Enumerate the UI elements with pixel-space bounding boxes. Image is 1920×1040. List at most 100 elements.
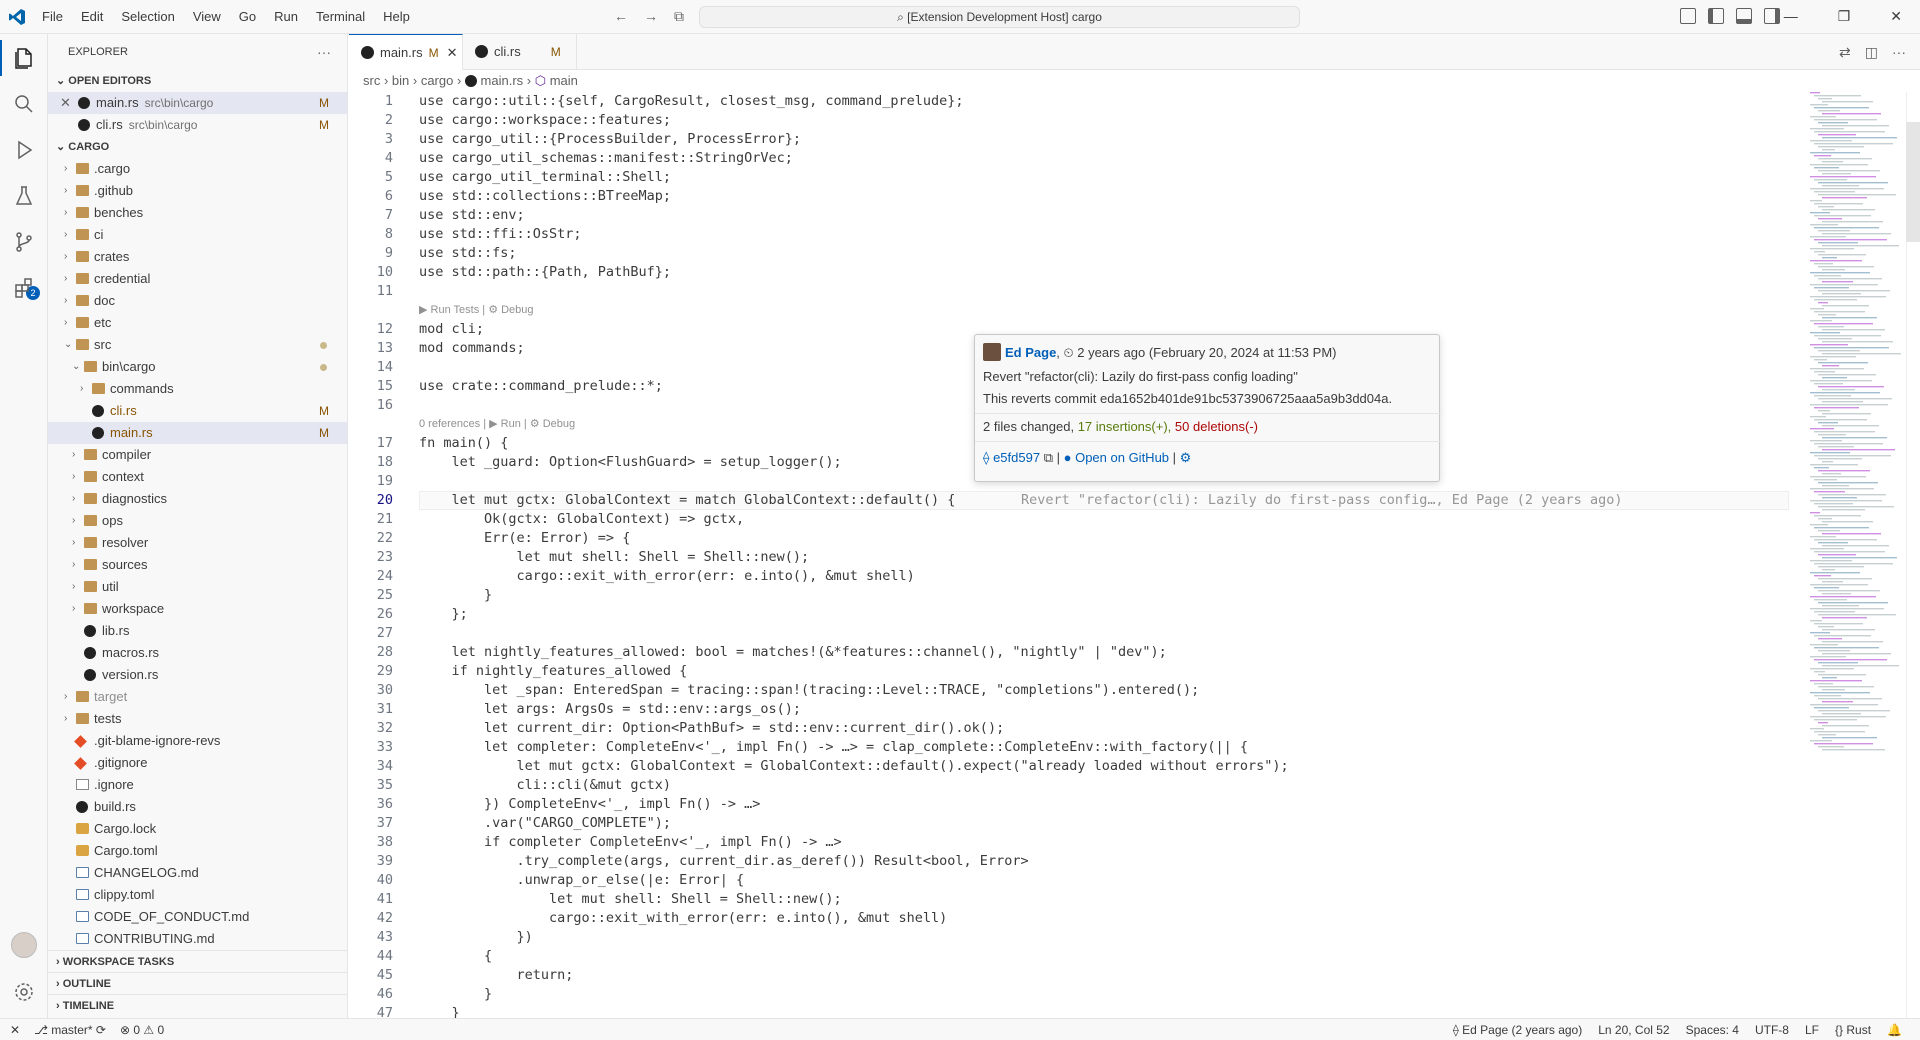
code-line[interactable]: let _guard: Option<FlushGuard> = setup_l… (419, 453, 842, 472)
tree-item[interactable]: CHANGELOG.md (48, 862, 347, 884)
tree-item[interactable]: › context (48, 466, 347, 488)
end-of-line[interactable]: LF (1805, 1019, 1819, 1040)
minimap[interactable] (1806, 92, 1906, 1018)
breadcrumb-src[interactable]: src (363, 73, 380, 88)
tree-item[interactable]: .gitignore (48, 752, 347, 774)
tree-item[interactable]: › commands (48, 378, 347, 400)
toggle-panel-icon[interactable] (1736, 8, 1752, 24)
codelens-run-tests[interactable]: ▶ Run Tests | ⚙ Debug (419, 303, 534, 318)
extensions-icon[interactable] (12, 276, 36, 300)
problems-count[interactable]: ⊗ 0 ⚠ 0 (120, 1019, 164, 1040)
notifications-bell-icon[interactable]: 🔔 (1887, 1019, 1902, 1040)
code-line[interactable]: fn main() { (419, 434, 508, 453)
close-icon[interactable]: ✕ (60, 92, 71, 114)
language-mode[interactable]: {} Rust (1835, 1019, 1871, 1040)
breadcrumb-bin[interactable]: bin (392, 73, 409, 88)
code-line[interactable]: if completer CompleteEnv<'_, impl Fn() -… (419, 833, 842, 852)
vertical-scrollbar[interactable] (1906, 92, 1920, 1018)
tree-item[interactable]: Cargo.lock (48, 818, 347, 840)
menu-run[interactable]: Run (274, 9, 298, 24)
tree-item[interactable]: › .github (48, 180, 347, 202)
workspace-header[interactable]: ⌄ CARGO (48, 136, 347, 158)
code-line[interactable]: let nightly_features_allowed: bool = mat… (419, 643, 1167, 662)
breadcrumb-cargo[interactable]: cargo (421, 73, 454, 88)
close-icon[interactable]: ✕ (447, 45, 458, 60)
tree-item[interactable]: CONTRIBUTING.md (48, 928, 347, 950)
code-line[interactable]: let _span: EnteredSpan = tracing::span!(… (419, 681, 1199, 700)
cursor-position[interactable]: Ln 20, Col 52 (1598, 1019, 1669, 1040)
tree-item[interactable]: › credential (48, 268, 347, 290)
code-line[interactable]: Err(e: Error) => { (419, 529, 630, 548)
code-line[interactable]: let mut gctx: GlobalContext = GlobalCont… (419, 757, 1289, 776)
testing-flask-icon[interactable] (12, 184, 36, 208)
tree-item[interactable]: › ops (48, 510, 347, 532)
code-line[interactable]: { (419, 947, 492, 966)
close-icon[interactable]: ✕ (1890, 8, 1902, 25)
tree-item[interactable]: main.rs M (48, 422, 347, 444)
toggle-secondary-sidebar-icon[interactable] (1764, 8, 1780, 24)
tree-item[interactable]: › diagnostics (48, 488, 347, 510)
code-line[interactable]: use cargo::workspace::features; (419, 111, 671, 130)
toggle-primary-sidebar-icon[interactable] (1708, 8, 1724, 24)
customize-layout-icon[interactable] (1680, 8, 1696, 24)
tree-item[interactable]: macros.rs (48, 642, 347, 664)
code-line[interactable]: }; (419, 605, 468, 624)
menu-edit[interactable]: Edit (81, 9, 103, 24)
tree-item[interactable]: › crates (48, 246, 347, 268)
breadcrumb-file[interactable]: main.rs (481, 73, 524, 88)
copy-icon[interactable]: ⧉ (1044, 450, 1053, 465)
code-line[interactable]: mod cli; (419, 320, 484, 339)
command-center-search[interactable]: ⌕ [Extension Development Host] cargo (699, 6, 1300, 28)
code-line[interactable]: use crate::command_prelude::*; (419, 377, 663, 396)
menu-terminal[interactable]: Terminal (316, 9, 365, 24)
code-line[interactable]: .try_complete(args, current_dir.as_deref… (419, 852, 1029, 871)
open-on-github-link[interactable]: Open on GitHub (1075, 450, 1169, 465)
code-line[interactable]: }) (419, 928, 533, 947)
outline-header[interactable]: › OUTLINE (48, 972, 348, 994)
code-line[interactable]: use cargo_util_schemas::manifest::String… (419, 149, 793, 168)
code-line[interactable]: use std::fs; (419, 244, 517, 263)
tree-item[interactable]: ⌄ src (48, 334, 347, 356)
code-line[interactable]: cargo::exit_with_error(err: e.into(), &m… (419, 909, 947, 928)
restore-icon[interactable]: ❐ (1838, 8, 1851, 25)
code-line[interactable]: .var("CARGO_COMPLETE"); (419, 814, 671, 833)
remote-icon[interactable]: ✕ (10, 1019, 20, 1040)
manage-gear-icon[interactable] (12, 980, 36, 1004)
tree-item[interactable]: › resolver (48, 532, 347, 554)
menu-go[interactable]: Go (239, 9, 256, 24)
code-line[interactable]: } (419, 1004, 460, 1018)
forward-arrow-icon[interactable]: → (644, 8, 658, 25)
tree-item[interactable]: › workspace (48, 598, 347, 620)
code-line[interactable]: let mut shell: Shell = Shell::new(); (419, 548, 810, 567)
tree-item[interactable]: › sources (48, 554, 347, 576)
tree-item[interactable]: › benches (48, 202, 347, 224)
tab-main-rs[interactable]: main.rs M ✕ (349, 34, 463, 70)
inline-blame-annotation[interactable]: Revert "refactor(cli): Lazily do first-p… (1021, 491, 1622, 510)
encoding[interactable]: UTF-8 (1755, 1019, 1789, 1040)
indentation[interactable]: Spaces: 4 (1686, 1019, 1739, 1040)
code-line[interactable]: let args: ArgsOs = std::env::args_os(); (419, 700, 801, 719)
code-line[interactable]: let completer: CompleteEnv<'_, impl Fn()… (419, 738, 1248, 757)
menu-view[interactable]: View (193, 9, 221, 24)
code-line[interactable]: cargo::exit_with_error(err: e.into(), &m… (419, 567, 915, 586)
code-line[interactable]: } (419, 985, 492, 1004)
minimize-icon[interactable]: — (1784, 8, 1798, 25)
menu-help[interactable]: Help (383, 9, 410, 24)
code-line[interactable]: return; (419, 966, 574, 985)
run-and-debug-icon[interactable] (12, 138, 36, 162)
open-editor-item[interactable]: cli.rs src\bin\cargo M (48, 114, 347, 136)
scrollbar-thumb[interactable] (1906, 122, 1920, 242)
compare-changes-icon[interactable]: ⇄ (1839, 44, 1851, 61)
account-avatar[interactable] (11, 932, 37, 958)
tree-item[interactable]: CODE_OF_CONDUCT.md (48, 906, 347, 928)
tab-cli-rs[interactable]: cli.rs M (463, 34, 577, 70)
menu-selection[interactable]: Selection (121, 9, 174, 24)
menu-file[interactable]: File (42, 9, 63, 24)
tree-item[interactable]: ⌄ bin\cargo (48, 356, 347, 378)
timeline-header[interactable]: › TIMELINE (48, 994, 348, 1016)
code-line[interactable]: if nightly_features_allowed { (419, 662, 688, 681)
branch-item[interactable]: ⎇ master* ⟳ (34, 1019, 106, 1040)
code-line[interactable]: use cargo_util_terminal::Shell; (419, 168, 671, 187)
tree-item[interactable]: › target (48, 686, 347, 708)
blame-status[interactable]: ⟠ Ed Page (2 years ago) (1453, 1019, 1582, 1040)
